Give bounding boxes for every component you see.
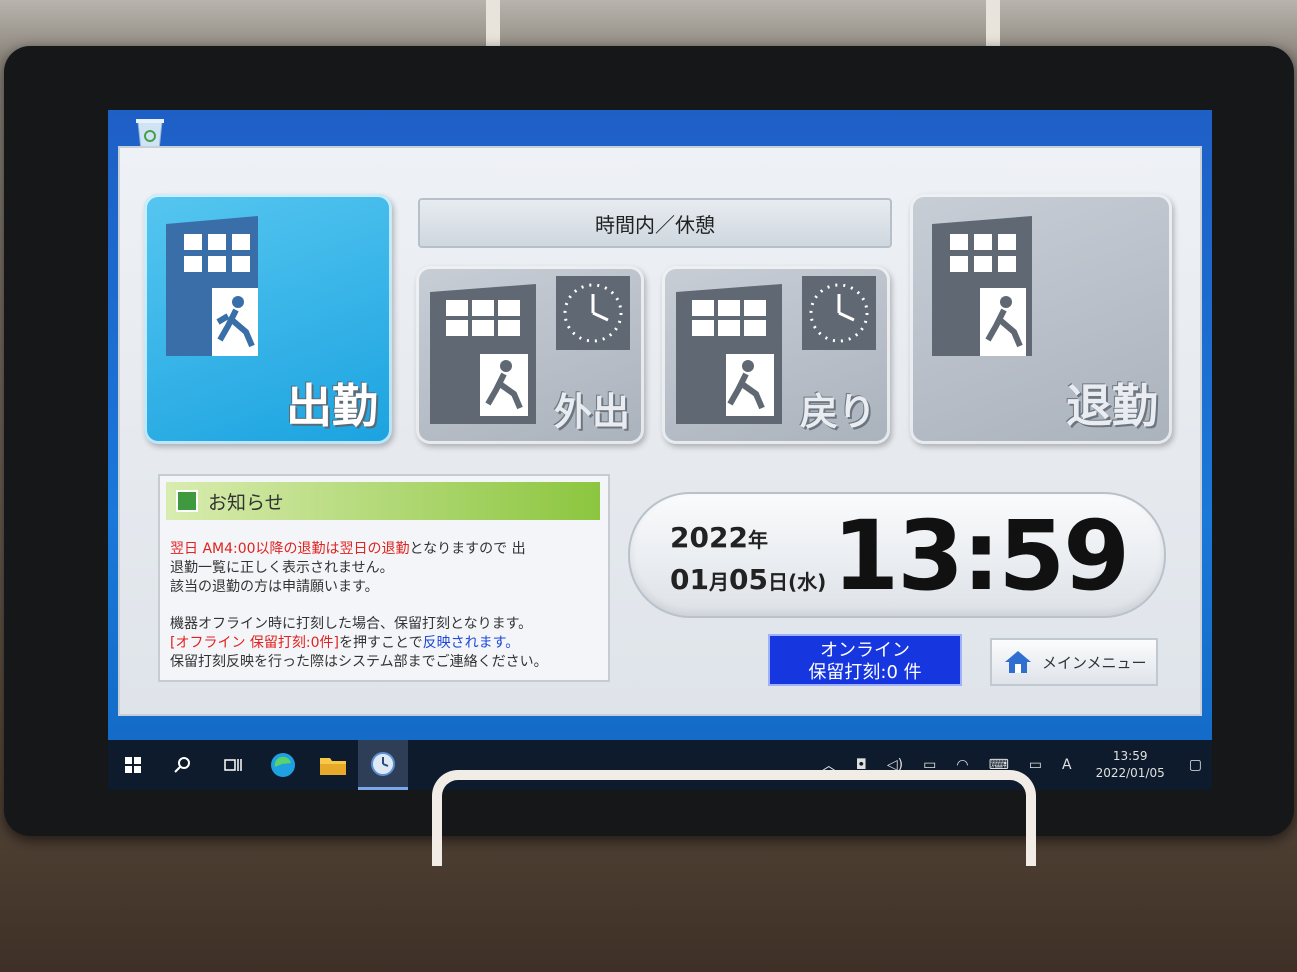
clock-out-button[interactable]: 退勤 xyxy=(910,194,1172,444)
notice-line: 翌日 AM4:00以降の退勤は翌日の退勤となりますので 出 xyxy=(170,540,600,559)
notice-warning: 翌日 AM4:00以降の退勤は翌日の退勤 xyxy=(170,541,410,557)
notice-header: お知らせ xyxy=(166,482,600,520)
clock-in-label: 出勤 xyxy=(286,379,378,433)
day: 05 xyxy=(728,563,768,596)
month: 01 xyxy=(670,563,709,596)
stand-post-left xyxy=(486,0,500,48)
return-label: 戻り xyxy=(799,390,876,434)
building-exit-icon xyxy=(166,216,258,356)
weekday: (水) xyxy=(787,570,827,594)
tablet-device: 時間内／休憩 出勤 外出 戻り 退勤 お知らせ 翌日 AM4:00以降の退勤は翌… xyxy=(4,46,1294,836)
notice-line: [オフライン 保留打刻:0件]を押すことで反映されます。 xyxy=(170,634,600,653)
notice-check-icon xyxy=(176,490,198,512)
return-button[interactable]: 戻り xyxy=(662,266,890,444)
task-view-icon[interactable] xyxy=(208,740,258,790)
date-time-panel: 2022年 01月05日(水) 13:59 xyxy=(628,492,1166,618)
notice-line: 該当の退勤の方は申請願います。 xyxy=(170,579,379,595)
attendance-app-taskbar-icon[interactable] xyxy=(358,740,408,790)
month-unit: 月 xyxy=(708,570,729,594)
online-pending-button[interactable]: オンライン 保留打刻:0 件 xyxy=(768,634,962,686)
tablet-stand xyxy=(432,770,1036,866)
clock-out-label: 退勤 xyxy=(1066,379,1158,433)
file-explorer-icon[interactable] xyxy=(308,740,358,790)
notice-line: 機器オフライン時に打刻した場合、保留打刻となります。 xyxy=(170,616,533,632)
time-display: 13:59 xyxy=(832,500,1130,612)
pending-count: 保留打刻:0 件 xyxy=(808,662,922,683)
status-bar: 時間内／休憩 xyxy=(418,198,892,248)
year: 2022 xyxy=(670,521,748,554)
notice-line: 退勤一覧に正しく表示されません。 xyxy=(170,560,394,576)
clock-icon xyxy=(802,276,876,350)
notice-line: 保留打刻反映を行った際はシステム部までご連絡ください。 xyxy=(170,654,548,670)
stand-post-right xyxy=(986,0,1000,48)
taskbar-clock[interactable]: 13:59 2022/01/05 xyxy=(1096,748,1165,782)
edge-browser-icon[interactable] xyxy=(258,740,308,790)
main-menu-label: メインメニュー xyxy=(1042,653,1147,672)
attendance-app: 時間内／休憩 出勤 外出 戻り 退勤 お知らせ 翌日 AM4:00以降の退勤は翌… xyxy=(118,146,1202,716)
clock-in-button[interactable]: 出勤 xyxy=(144,194,392,444)
notice-text: となりますので 出 xyxy=(409,541,526,557)
notice-pending-label: [オフライン 保留打刻:0件] xyxy=(170,635,339,651)
main-menu-button[interactable]: メインメニュー xyxy=(990,638,1158,686)
search-icon[interactable] xyxy=(158,740,208,790)
notice-body: 翌日 AM4:00以降の退勤は翌日の退勤となりますので 出 退勤一覧に正しく表示… xyxy=(170,540,600,672)
online-status: オンライン xyxy=(820,640,910,661)
go-out-button[interactable]: 外出 xyxy=(416,266,644,444)
tablet-mode-icon[interactable]: ▭ xyxy=(1029,757,1042,773)
notice-reflect-text: 反映されます。 xyxy=(422,635,520,651)
go-out-label: 外出 xyxy=(553,390,630,434)
taskbar-time: 13:59 xyxy=(1112,749,1148,763)
notice-panel: お知らせ 翌日 AM4:00以降の退勤は翌日の退勤となりますので 出 退勤一覧に… xyxy=(158,474,610,682)
notice-text: を押すことで xyxy=(339,635,423,651)
date-display: 2022年 01月05日(水) xyxy=(670,518,826,602)
status-text: 時間内／休憩 xyxy=(595,212,715,237)
taskbar-date: 2022/01/05 xyxy=(1095,766,1165,780)
notification-icon[interactable]: ▢ xyxy=(1189,757,1202,773)
clock-icon xyxy=(556,276,630,350)
notice-title: お知らせ xyxy=(208,491,284,514)
ime-indicator[interactable]: A xyxy=(1062,757,1072,773)
home-icon xyxy=(1005,651,1031,673)
year-unit: 年 xyxy=(747,528,768,552)
screen: 時間内／休憩 出勤 外出 戻り 退勤 お知らせ 翌日 AM4:00以降の退勤は翌… xyxy=(108,110,1212,790)
building-exit-icon xyxy=(676,284,782,424)
building-exit-icon xyxy=(430,284,536,424)
windows-start-icon[interactable] xyxy=(108,740,158,790)
day-unit: 日 xyxy=(767,570,788,594)
building-exit-icon xyxy=(932,216,1032,356)
